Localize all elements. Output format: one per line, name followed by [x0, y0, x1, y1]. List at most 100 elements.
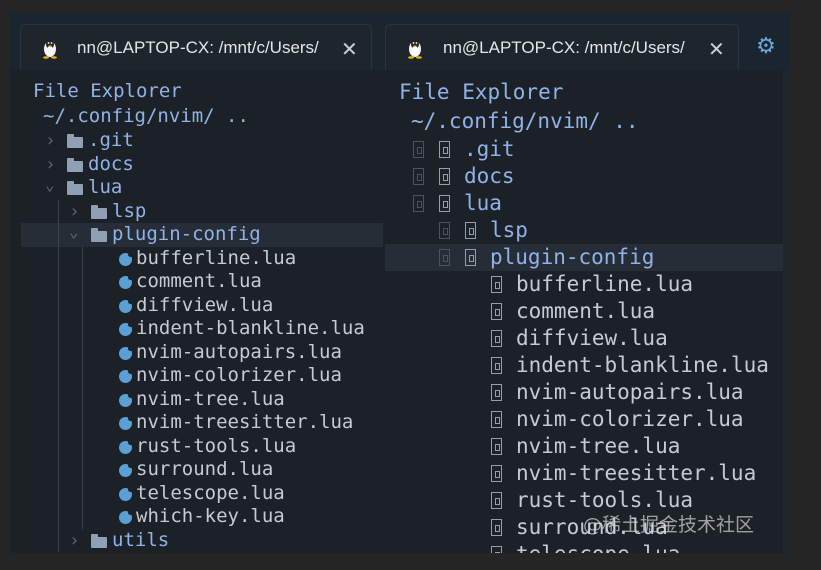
file-name: nvim-colorizer.lua: [516, 407, 744, 431]
close-tab-button[interactable]: ✕: [708, 37, 725, 62]
chevron-right-icon[interactable]: ›: [45, 129, 56, 153]
file-name: which-key.lua: [136, 505, 285, 527]
folder-name: lsp: [490, 218, 528, 242]
indent-guide: [58, 199, 59, 552]
file-name: nvim-treesitter.lua: [516, 461, 757, 485]
lua-file-icon: [119, 369, 133, 383]
file-row[interactable]: nvim-colorizer.lua: [385, 406, 790, 433]
file-placeholder-icon: [491, 492, 502, 509]
explorer-header: File Explorer: [399, 80, 564, 104]
folder-icon: [91, 533, 107, 548]
file-row[interactable]: nvim-autopairs.lua: [21, 341, 383, 365]
folder-row[interactable]: ⌄ lua: [21, 173, 383, 200]
chevron-placeholder-icon[interactable]: [439, 249, 450, 266]
file-row[interactable]: bufferline.lua: [21, 247, 383, 271]
lua-file-icon: [119, 275, 133, 289]
close-tab-button[interactable]: ✕: [341, 37, 358, 62]
chevron-placeholder-icon[interactable]: [413, 168, 424, 185]
folder-name: docs: [464, 164, 515, 188]
chevron-down-icon[interactable]: ⌄: [69, 220, 79, 244]
file-name: telescope.lua: [516, 541, 680, 553]
file-row[interactable]: nvim-autopairs.lua: [385, 379, 790, 406]
file-row[interactable]: surround.lua: [21, 458, 383, 482]
file-row[interactable]: indent-blankline.lua: [21, 317, 383, 341]
folder-name: .git: [88, 129, 134, 151]
file-name: bufferline.lua: [136, 246, 297, 269]
folder-row[interactable]: › .git: [21, 129, 383, 153]
folder-placeholder-icon: [465, 249, 476, 266]
file-name: nvim-tree.lua: [136, 387, 285, 410]
file-row[interactable]: telescope.lua: [385, 541, 790, 553]
folder-row[interactable]: › utils: [21, 529, 383, 553]
lua-file-icon: [119, 392, 133, 407]
folder-row[interactable]: › docs: [21, 153, 383, 177]
explorer-path[interactable]: ~/.config/nvim/ ..: [43, 105, 249, 127]
chevron-right-icon[interactable]: ›: [69, 529, 80, 553]
file-row[interactable]: nvim-treesitter.lua: [385, 460, 790, 487]
file-placeholder-icon: [491, 438, 502, 455]
file-placeholder-icon: [491, 411, 502, 428]
file-row[interactable]: indent-blankline.lua: [385, 352, 790, 379]
file-row[interactable]: comment.lua: [21, 270, 383, 294]
folder-name: docs: [88, 152, 134, 175]
folder-row[interactable]: lua: [385, 190, 790, 217]
explorer-header: File Explorer: [33, 80, 182, 102]
chevron-placeholder-icon[interactable]: [439, 222, 450, 239]
folder-icon: [67, 134, 83, 148]
file-placeholder-icon: [491, 357, 502, 374]
file-row[interactable]: which-key.lua: [21, 505, 383, 529]
tab-title: nn@LAPTOP-CX: /mnt/c/Users/: [77, 38, 319, 57]
file-name: comment.lua: [516, 299, 656, 323]
file-explorer-left: File Explorer ~/.config/nvim/ .. › .git › d…: [21, 70, 383, 553]
lua-file-icon: [119, 463, 133, 477]
file-name: nvim-treesitter.lua: [136, 411, 354, 433]
file-row[interactable]: nvim-treesitter.lua: [21, 411, 383, 435]
lua-file-icon: [119, 298, 133, 313]
file-row[interactable]: nvim-colorizer.lua: [21, 364, 383, 388]
folder-name: lua: [88, 176, 123, 198]
chevron-down-icon[interactable]: ⌄: [45, 173, 55, 197]
file-explorer-right: File Explorer ~/.config/nvim/ .. .git doc…: [385, 70, 790, 553]
folder-placeholder-icon: [439, 168, 450, 185]
gear-icon[interactable]: ⚙: [754, 35, 778, 59]
file-row[interactable]: telescope.lua: [21, 482, 383, 506]
file-placeholder-icon: [491, 465, 502, 482]
folder-placeholder-icon: [439, 195, 450, 212]
file-placeholder-icon: [491, 330, 502, 347]
file-placeholder-icon: [491, 303, 502, 320]
file-row[interactable]: comment.lua: [385, 298, 790, 325]
file-placeholder-icon: [491, 384, 502, 401]
folder-row[interactable]: docs: [385, 163, 790, 190]
linux-penguin-icon: [408, 39, 422, 59]
tab-bar: nn@LAPTOP-CX: /mnt/c/Users/ ✕ nn@LAPTOP-…: [10, 12, 790, 70]
tab-terminal-2[interactable]: nn@LAPTOP-CX: /mnt/c/Users/ ✕: [385, 24, 739, 70]
folder-row[interactable]: lsp: [385, 217, 790, 244]
folder-name: .git: [464, 137, 515, 161]
folder-name: lua: [464, 191, 502, 215]
lua-file-icon: [119, 322, 133, 336]
folder-icon: [91, 204, 107, 219]
file-name: nvim-autopairs.lua: [136, 340, 342, 363]
tab-title: nn@LAPTOP-CX: /mnt/c/Users/: [443, 38, 685, 57]
file-row[interactable]: rust-tools.lua: [21, 435, 383, 459]
file-row[interactable]: nvim-tree.lua: [21, 388, 383, 412]
folder-icon: [67, 157, 83, 172]
scrollbar[interactable]: [783, 70, 790, 553]
folder-name: plugin-config: [112, 223, 261, 245]
chevron-placeholder-icon[interactable]: [413, 141, 424, 158]
file-row[interactable]: nvim-tree.lua: [385, 433, 790, 460]
lua-file-icon: [119, 439, 133, 454]
watermark: @稀土掘金技术社区: [583, 514, 755, 536]
folder-open-icon: [91, 228, 107, 242]
file-row[interactable]: diffview.lua: [385, 325, 790, 352]
tab-terminal-1[interactable]: nn@LAPTOP-CX: /mnt/c/Users/ ✕: [20, 24, 372, 70]
folder-row[interactable]: .git: [385, 136, 790, 163]
file-row[interactable]: diffview.lua: [21, 294, 383, 318]
folder-row[interactable]: ⌄ plugin-config: [21, 220, 383, 247]
explorer-path[interactable]: ~/.config/nvim/ ..: [411, 109, 639, 133]
chevron-placeholder-icon[interactable]: [413, 195, 424, 212]
folder-row[interactable]: plugin-config: [385, 244, 790, 271]
file-row[interactable]: bufferline.lua: [385, 271, 790, 298]
file-name: bufferline.lua: [516, 272, 694, 296]
lua-file-icon: [119, 486, 133, 501]
